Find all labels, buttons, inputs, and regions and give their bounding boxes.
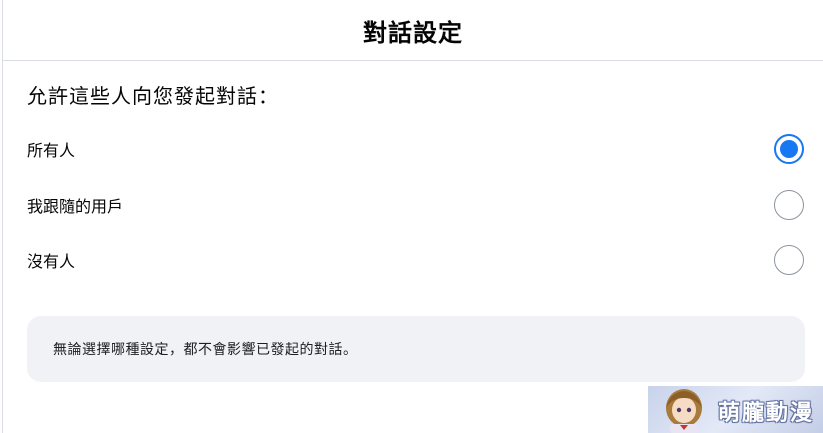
option-label: 我跟隨的用戶 (27, 197, 124, 216)
watermark-text: 萌朧動漫 (718, 401, 815, 426)
page-title: 對話設定 (363, 18, 463, 47)
option-label: 所有人 (27, 141, 76, 160)
option-everyone[interactable]: 所有人 (3, 124, 823, 174)
option-no-one[interactable]: 沒有人 (3, 235, 823, 285)
info-note-text: 無論選擇哪種設定，都不會影響已發起的對話。 (53, 342, 358, 358)
anime-character-icon (666, 389, 702, 433)
question-label: 允許這些人向您發起對話： (27, 84, 279, 108)
option-people-i-follow[interactable]: 我跟隨的用戶 (3, 180, 823, 230)
radio-button-selected[interactable] (774, 134, 804, 164)
radio-button[interactable] (774, 190, 804, 220)
header: 對話設定 (3, 0, 823, 61)
watermark-logo: 萌朧動漫 (648, 386, 823, 433)
info-note: 無論選擇哪種設定，都不會影響已發起的對話。 (27, 316, 805, 382)
radio-button[interactable] (774, 245, 804, 275)
conversation-settings-panel: 對話設定 允許這些人向您發起對話： 所有人 我跟隨的用戶 沒有人 無論選擇哪種設… (2, 0, 823, 433)
option-label: 沒有人 (27, 252, 76, 271)
